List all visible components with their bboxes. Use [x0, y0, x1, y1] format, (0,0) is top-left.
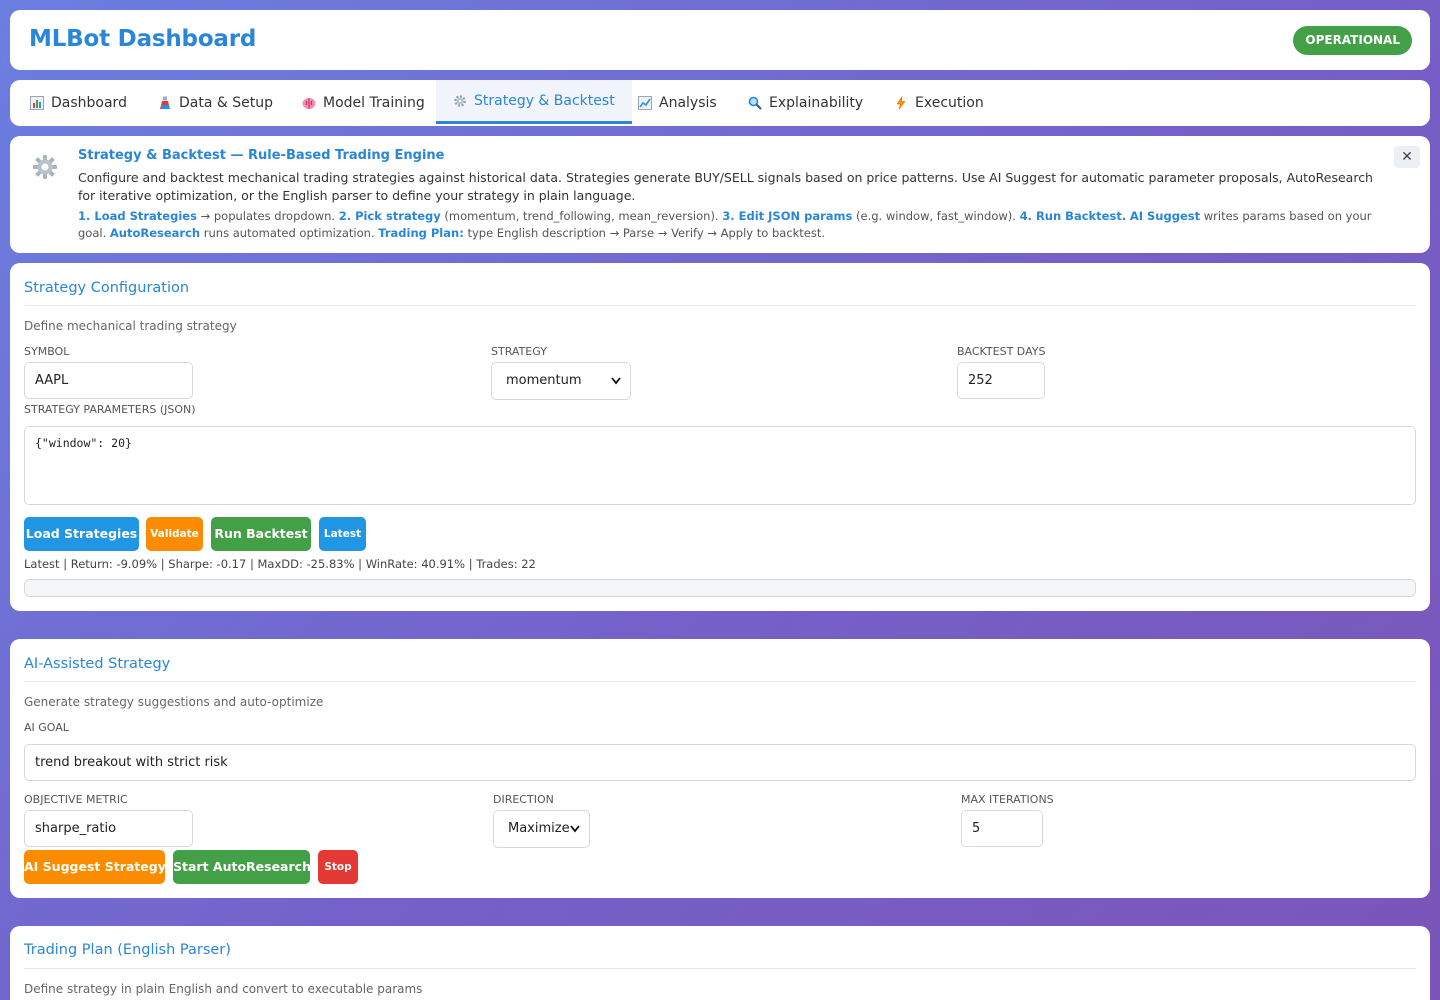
section-title: Strategy Configuration [24, 280, 190, 296]
direction-select[interactable]: Maximize [493, 810, 590, 848]
backtest-days-input[interactable]: 252 [957, 362, 1045, 399]
section-subtitle: Define strategy in plain English and con… [24, 982, 423, 996]
step-1-text: → populates dropdown. [196, 209, 339, 223]
step-2-text: (momentum, trend_following, mean_reversi… [440, 209, 723, 223]
flask-icon [158, 96, 172, 110]
strategy-select[interactable]: momentum [491, 362, 631, 400]
ai-suggest-label: AI Suggest [1129, 209, 1201, 223]
section-subtitle: Generate strategy suggestions and auto-o… [24, 695, 324, 709]
tab-execution[interactable]: Execution [894, 80, 984, 126]
tab-label: Model Training [323, 95, 425, 111]
params-label: Strategy Parameters (JSON) [24, 403, 196, 416]
line-chart-icon [638, 96, 652, 110]
bar-chart-icon [30, 96, 44, 110]
backtest-days-label: Backtest Days [957, 345, 1046, 358]
ai-suggest-button[interactable]: AI Suggest Strategy [24, 850, 166, 884]
section-title: Trading Plan (English Parser) [24, 942, 231, 958]
brain-icon [302, 96, 316, 110]
tab-strategy-backtest[interactable]: Strategy & Backtest [436, 80, 632, 124]
objective-metric-label: Objective Metric [24, 793, 128, 806]
lightning-icon [894, 96, 908, 110]
tab-label: Dashboard [51, 95, 127, 111]
status-badge: OPERATIONAL [1293, 26, 1412, 55]
start-autoresearch-button[interactable]: Start AutoResearch [173, 850, 311, 884]
app-header: MLBot Dashboard OPERATIONAL [10, 10, 1430, 70]
chevron-down-icon [611, 363, 621, 414]
backtest-result-summary: Latest | Return: -9.09% | Sharpe: -0.17 … [24, 557, 536, 571]
info-title: Strategy & Backtest — Rule-Based Trading… [78, 148, 445, 163]
section-title: AI-Assisted Strategy [24, 656, 171, 672]
info-panel: Strategy & Backtest — Rule-Based Trading… [10, 136, 1430, 253]
symbol-input[interactable]: AAPL [24, 362, 193, 399]
divider [24, 305, 1416, 306]
trading-plan-text: type English description → Parse → Verif… [463, 226, 826, 240]
autoresearch-text: runs automated optimization. [200, 226, 379, 240]
divider [24, 968, 1416, 969]
step-4-label: 4. Run Backtest. [1019, 209, 1127, 223]
tab-label: Strategy & Backtest [474, 92, 615, 109]
magnifier-icon [748, 96, 762, 110]
max-iterations-input[interactable]: 5 [961, 810, 1043, 847]
strategy-select-value: momentum [506, 373, 582, 388]
params-textarea[interactable]: {"window": 20} [24, 426, 1416, 505]
direction-label: Direction [493, 793, 554, 806]
section-subtitle: Define mechanical trading strategy [24, 319, 237, 333]
strategy-label: Strategy [491, 345, 547, 358]
ai-strategy-panel: AI-Assisted Strategy Generate strategy s… [10, 639, 1430, 898]
tab-label: Analysis [659, 95, 717, 111]
step-1-label: 1. Load Strategies [78, 209, 197, 223]
trading-plan-label: Trading Plan: [378, 226, 464, 240]
autoresearch-label: AutoResearch [109, 226, 201, 240]
symbol-label: Symbol [24, 345, 70, 358]
info-steps: 1. Load Strategies → populates dropdown.… [78, 208, 1378, 242]
strategy-config-panel: Strategy Configuration Define mechanical… [10, 263, 1430, 611]
tab-label: Explainability [769, 95, 864, 111]
backtest-progress-bar [24, 579, 1416, 597]
tab-label: Data & Setup [179, 95, 273, 111]
run-backtest-button[interactable]: Run Backtest [211, 517, 311, 551]
objective-metric-input[interactable]: sharpe_ratio [24, 810, 193, 847]
close-icon[interactable]: ✕ [1394, 146, 1420, 168]
ai-goal-label: AI Goal [24, 721, 69, 734]
latest-button[interactable]: Latest [319, 517, 366, 551]
tab-data-setup[interactable]: Data & Setup [158, 80, 273, 126]
tab-label: Execution [915, 95, 984, 111]
direction-select-value: Maximize [508, 821, 570, 836]
chevron-down-icon [570, 811, 580, 862]
gear-icon [32, 154, 58, 180]
tab-bar: Dashboard Data & Setup Model Training St… [10, 80, 1430, 126]
divider [24, 681, 1416, 682]
info-description: Configure and backtest mechanical tradin… [78, 170, 1373, 203]
gear-icon [453, 94, 467, 108]
step-2-label: 2. Pick strategy [338, 209, 441, 223]
tab-model-training[interactable]: Model Training [302, 80, 425, 126]
validate-button[interactable]: Validate [146, 517, 203, 551]
trading-plan-panel: Trading Plan (English Parser) Define str… [10, 926, 1430, 1000]
tab-dashboard[interactable]: Dashboard [30, 80, 127, 126]
stop-button[interactable]: Stop [318, 850, 358, 884]
tab-analysis[interactable]: Analysis [638, 80, 717, 126]
load-strategies-button[interactable]: Load Strategies [24, 517, 139, 551]
ai-goal-input[interactable]: trend breakout with strict risk [24, 744, 1416, 781]
step-3-label: 3. Edit JSON params [722, 209, 853, 223]
max-iterations-label: Max Iterations [961, 793, 1054, 806]
app-title: MLBot Dashboard [29, 26, 257, 52]
tab-explainability[interactable]: Explainability [748, 80, 863, 126]
step-3-text: (e.g. window, fast_window). [852, 209, 1020, 223]
